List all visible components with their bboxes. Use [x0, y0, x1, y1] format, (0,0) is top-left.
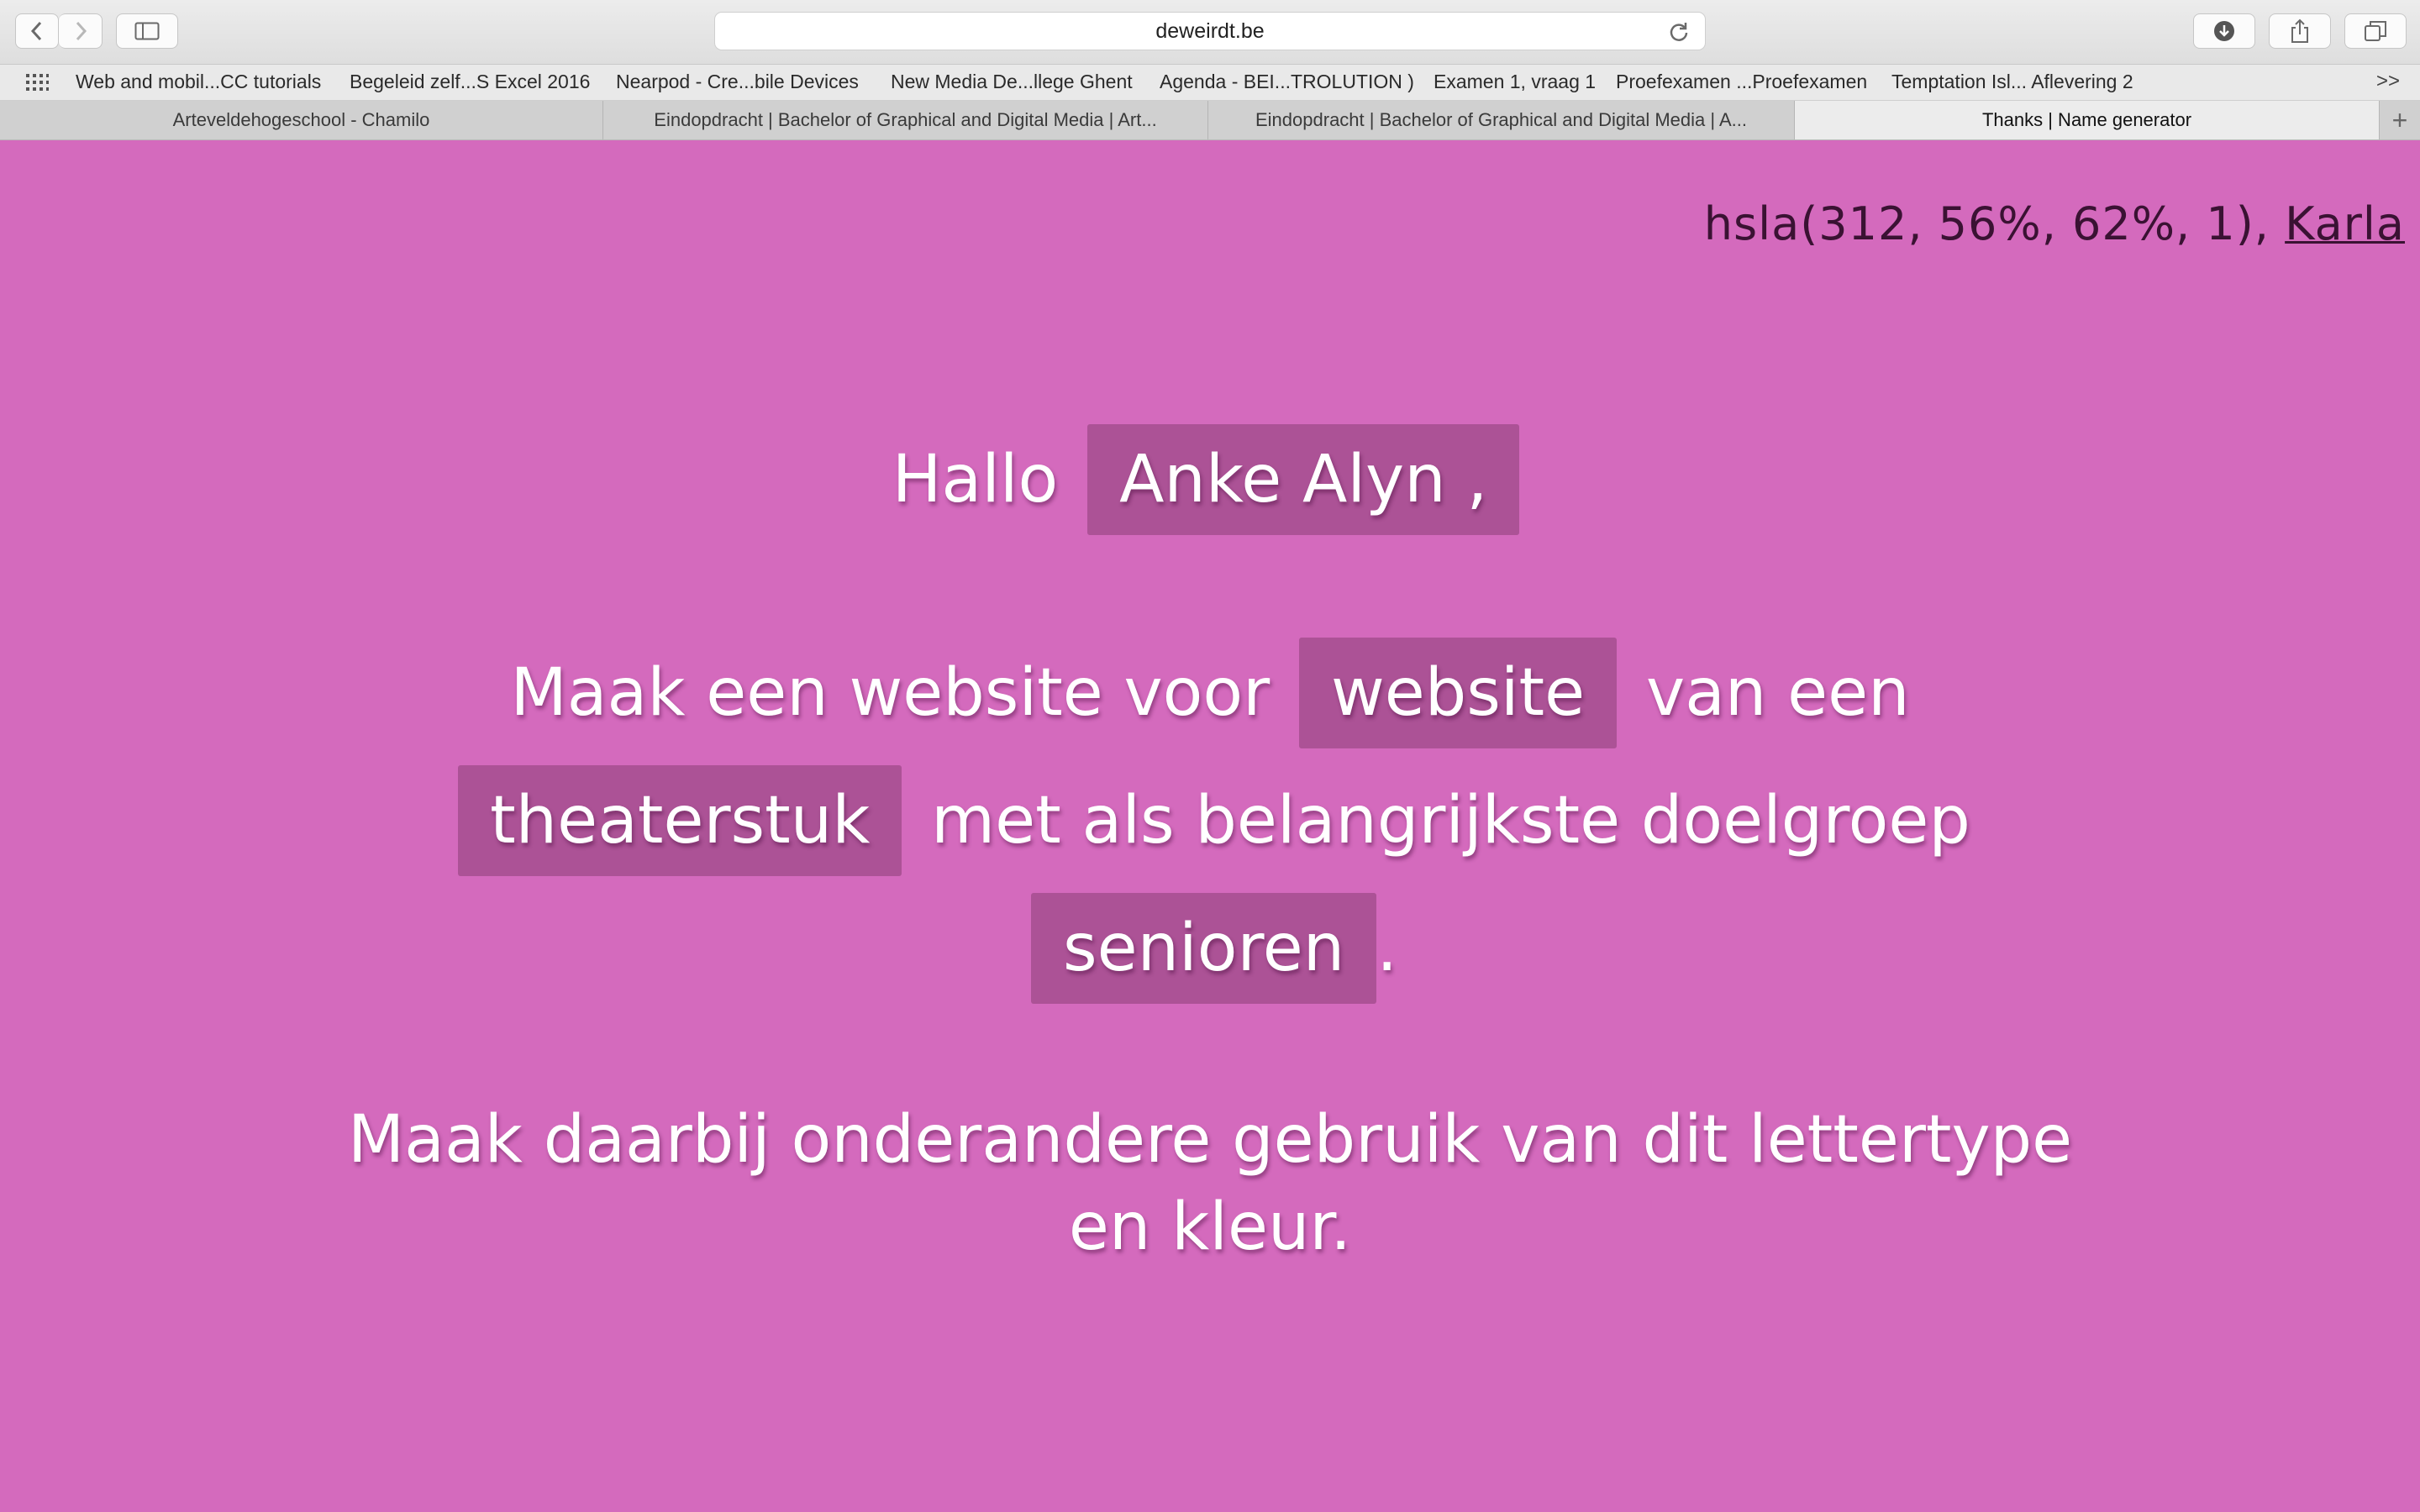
- new-tab-button[interactable]: +: [2379, 101, 2420, 139]
- back-button[interactable]: [15, 13, 59, 49]
- tab-eindopdracht-2[interactable]: Eindopdracht | Bachelor of Graphical and…: [1208, 101, 1795, 139]
- bookmarks-bar: Web and mobil...CC tutorials Begeleid ze…: [0, 65, 2420, 101]
- bookmarks-overflow-button[interactable]: >>: [2376, 70, 2400, 93]
- tab-eindopdracht-1[interactable]: Eindopdracht | Bachelor of Graphical and…: [603, 101, 1208, 139]
- tab-title: Eindopdracht | Bachelor of Graphical and…: [654, 109, 1157, 130]
- forward-button[interactable]: [59, 13, 103, 49]
- tab-title: Eindopdracht | Bachelor of Graphical and…: [1255, 109, 1747, 130]
- color-font-info: hsla(312, 56%, 62%, 1), Karla: [1704, 197, 2405, 250]
- chevron-right-icon: [76, 21, 87, 41]
- downloads-button[interactable]: [2193, 13, 2255, 49]
- assignment-line-2: theaterstuk met als belangrijkste doelgr…: [0, 765, 2420, 876]
- generated-name: Anke Alyn ,: [1087, 424, 1520, 535]
- generated-type: website: [1298, 638, 1618, 748]
- generated-subject: theaterstuk: [458, 765, 902, 876]
- bookmark-item[interactable]: Examen 1, vraag 1: [1434, 71, 1596, 93]
- greeting-line: Hallo Anke Alyn ,: [0, 424, 2420, 535]
- download-icon: [2214, 21, 2234, 41]
- tab-overview-button[interactable]: [2344, 13, 2407, 49]
- generated-audience: senioren: [1030, 893, 1377, 1004]
- tab-title: Arteveldehogeschool - Chamilo: [172, 109, 430, 130]
- apps-grid-icon[interactable]: [25, 72, 49, 97]
- color-value: hsla(312, 56%, 62%, 1),: [1703, 197, 2270, 250]
- closing-text: Maak daarbij onderandere gebruik van dit…: [0, 1096, 2420, 1271]
- browser-toolbar: deweirdt.be: [0, 0, 2420, 65]
- assignment-text: Maak een website voor: [510, 655, 1270, 731]
- greeting-prefix: Hallo: [892, 442, 1059, 517]
- bookmark-item[interactable]: Nearpod - Cre...bile Devices: [616, 71, 859, 93]
- assignment-line-3: senioren.: [0, 893, 2420, 1004]
- tab-name-generator[interactable]: Thanks | Name generator: [1795, 101, 2380, 139]
- sidebar-toggle-button[interactable]: [116, 13, 178, 49]
- tab-chamilo[interactable]: Arteveldehogeschool - Chamilo: [0, 101, 603, 139]
- tab-title: Thanks | Name generator: [1981, 109, 2192, 130]
- address-url: deweirdt.be: [1155, 18, 1265, 43]
- assignment-text: met als belangrijkste doelgroep: [931, 783, 1970, 858]
- font-link[interactable]: Karla: [2285, 197, 2405, 250]
- tab-bar: Arteveldehogeschool - Chamilo Eindopdrac…: [0, 101, 2420, 140]
- share-button[interactable]: [2269, 13, 2331, 49]
- reload-icon[interactable]: [1668, 21, 1690, 49]
- address-bar[interactable]: deweirdt.be: [714, 12, 1706, 50]
- assignment-end: .: [1376, 911, 1398, 986]
- page-content: hsla(312, 56%, 62%, 1), Karla Hallo Anke…: [0, 140, 2420, 1512]
- assignment-text: van een: [1645, 655, 1910, 731]
- closing-line-1: Maak daarbij onderandere gebruik van dit…: [347, 1102, 2073, 1178]
- share-icon: [2291, 18, 2308, 43]
- assignment-line-1: Maak een website voor website van een: [0, 638, 2420, 748]
- bookmark-item[interactable]: New Media De...llege Ghent: [891, 71, 1133, 93]
- closing-line-2: en kleur.: [1068, 1189, 1352, 1265]
- bookmark-item[interactable]: Temptation Isl... Aflevering 2: [1891, 71, 2133, 93]
- bookmark-item[interactable]: Begeleid zelf...S Excel 2016: [350, 71, 590, 93]
- bookmark-item[interactable]: Web and mobil...CC tutorials: [76, 71, 321, 93]
- bookmark-item[interactable]: Proefexamen ...Proefexamen: [1616, 71, 1867, 93]
- plus-icon: +: [2391, 104, 2408, 135]
- bookmark-item[interactable]: Agenda - BEI...TROLUTION ): [1160, 71, 1414, 93]
- sidebar-icon: [134, 22, 160, 40]
- tabs-icon: [2365, 21, 2386, 41]
- chevron-left-icon: [30, 21, 42, 41]
